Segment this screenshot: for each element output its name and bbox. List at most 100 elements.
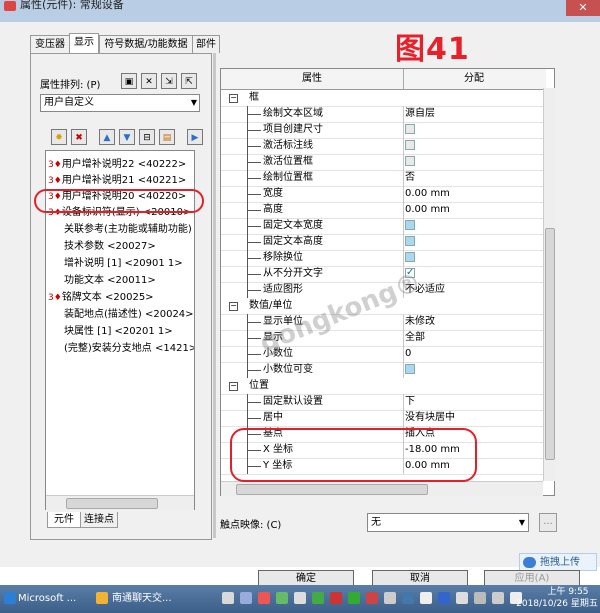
grid-row[interactable]: 居中 没有块居中 [221, 410, 544, 427]
remove-icon[interactable]: ✖ [71, 129, 87, 145]
grid-row[interactable]: 项目创建尺寸 [221, 122, 544, 139]
property-value[interactable]: 全部 [405, 330, 425, 346]
checkbox[interactable] [405, 364, 415, 374]
sort-select[interactable]: 用户自定义 ▼ [40, 94, 200, 112]
checkbox[interactable] [405, 252, 415, 262]
splitter[interactable] [213, 53, 216, 538]
tray-icon[interactable] [240, 592, 252, 604]
tray-icon[interactable] [312, 592, 324, 604]
tray-icon[interactable] [276, 592, 288, 604]
clock[interactable]: 上午 9:55 2018/10/26 星期五 [516, 586, 598, 610]
grid-row[interactable]: 激活标注线 [221, 138, 544, 155]
scroll-thumb[interactable] [236, 484, 428, 495]
word-icon[interactable] [4, 592, 16, 604]
grid-category[interactable]: − 位置 [221, 378, 544, 395]
grid-row[interactable]: 高度 0.00 mm [221, 202, 544, 219]
chat-icon[interactable] [96, 592, 108, 604]
tray-icon[interactable] [456, 592, 468, 604]
export-icon[interactable]: ⇱ [181, 73, 197, 89]
tray-icon[interactable] [222, 592, 234, 604]
table-icon[interactable]: ▤ [159, 129, 175, 145]
taskbar-item-word[interactable]: Microsoft ... [18, 587, 76, 611]
tree-line [247, 210, 261, 211]
tray-icon[interactable] [402, 592, 414, 604]
list-item[interactable]: 3♦铭牌文本 <20025> [48, 290, 154, 305]
grid-row[interactable]: 固定文本宽度 [221, 218, 544, 235]
tab-display[interactable]: 显示 [69, 33, 99, 53]
grid-row[interactable]: 宽度 0.00 mm [221, 186, 544, 203]
property-value[interactable]: 没有块居中 [405, 410, 455, 426]
upload-button[interactable]: 拖拽上传 [519, 553, 597, 571]
tray-icon[interactable] [438, 592, 450, 604]
move-up-icon[interactable]: ▲ [99, 129, 115, 145]
property-value[interactable]: 下 [405, 394, 415, 410]
tray-icon[interactable] [294, 592, 306, 604]
tree-line [247, 146, 261, 147]
checkbox[interactable] [405, 156, 415, 166]
collapse-icon[interactable]: − [229, 94, 238, 103]
scroll-thumb[interactable] [66, 498, 158, 509]
checkbox[interactable] [405, 220, 415, 230]
tab-connection-points[interactable]: 连接点 [80, 512, 118, 528]
checkbox[interactable] [405, 124, 415, 134]
arrow-right-icon[interactable]: ▶ [187, 129, 203, 145]
grid-row[interactable]: 移除换位 [221, 250, 544, 267]
grid-row[interactable]: 固定文本高度 [221, 234, 544, 251]
tab-transformer[interactable]: 变压器 [30, 35, 70, 53]
tray-icon[interactable] [366, 592, 378, 604]
list-item[interactable]: 增补说明 [1] <20901 1> [64, 256, 183, 271]
property-value[interactable]: 0 [405, 346, 411, 362]
list-item[interactable]: 3♦用户增补说明22 <40222> [48, 157, 186, 172]
save-scheme-icon[interactable]: ▣ [121, 73, 137, 89]
collapse-icon[interactable]: − [229, 382, 238, 391]
list-item[interactable]: 块属性 [1] <20201 1> [64, 324, 173, 339]
grid-row[interactable]: 小数位可变 [221, 362, 544, 379]
tray-icon[interactable] [348, 592, 360, 604]
scroll-thumb[interactable] [545, 228, 555, 460]
trigger-select[interactable]: 无 ▼ [367, 513, 529, 532]
new-icon[interactable]: ✸ [51, 129, 67, 145]
list-item[interactable]: 关联参考(主功能或辅助功能) < [64, 222, 194, 237]
checkbox[interactable] [405, 140, 415, 150]
property-value[interactable]: 0.00 mm [405, 202, 450, 218]
grid-row[interactable]: 激活位置框 [221, 154, 544, 171]
grid-horizontal-scrollbar[interactable] [221, 481, 543, 496]
close-button[interactable]: ✕ [566, 0, 600, 16]
import-icon[interactable]: ⇲ [161, 73, 177, 89]
tray-icon[interactable] [492, 592, 504, 604]
tray-icon[interactable] [384, 592, 396, 604]
collapse-icon[interactable]: − [229, 302, 238, 311]
tray-icon[interactable] [258, 592, 270, 604]
ellipsis-button[interactable]: ... [539, 513, 557, 532]
taskbar-item-chat[interactable]: 南通聊天交... [112, 587, 172, 611]
move-down-icon[interactable]: ▼ [119, 129, 135, 145]
clock-time: 上午 9:55 [547, 587, 589, 597]
list-item[interactable]: 装配地点(描述性) <20024> [64, 307, 194, 322]
tray-icon[interactable] [330, 592, 342, 604]
grid-row[interactable]: 绘制位置框 否 [221, 170, 544, 187]
header-value[interactable]: 分配 [404, 69, 544, 89]
list-item[interactable]: 功能文本 <20011> [64, 273, 156, 288]
property-value[interactable]: 0.00 mm [405, 186, 450, 202]
tab-elements[interactable]: 元件 [47, 512, 81, 528]
header-property[interactable]: 属性 [221, 69, 404, 89]
tab-parts[interactable]: 部件 [192, 35, 220, 53]
delete-scheme-icon[interactable]: ✕ [141, 73, 157, 89]
checkbox[interactable] [405, 236, 415, 246]
list-horizontal-scrollbar[interactable] [46, 495, 194, 510]
grid-row[interactable]: 绘制文本区域 源自层 [221, 106, 544, 123]
grid-vertical-scrollbar[interactable] [543, 88, 555, 481]
property-value[interactable]: 否 [405, 170, 415, 186]
list-item[interactable]: 技术参数 <20027> [64, 239, 156, 254]
grid-row[interactable]: 固定默认设置 下 [221, 394, 544, 411]
tree-line [247, 354, 261, 355]
list-item[interactable]: 3♦用户增补说明21 <40221> [48, 173, 186, 188]
property-value[interactable]: 源自层 [405, 106, 435, 122]
separator-icon[interactable]: ⊟ [139, 129, 155, 145]
tab-symbol-function-data[interactable]: 符号数据/功能数据 [99, 35, 193, 53]
grid-category[interactable]: − 框 [221, 90, 544, 107]
tray-icon[interactable] [420, 592, 432, 604]
property-value[interactable]: 未修改 [405, 314, 435, 330]
list-item[interactable]: (完整)安装分支地点 <1421> [64, 341, 194, 356]
tray-icon[interactable] [474, 592, 486, 604]
